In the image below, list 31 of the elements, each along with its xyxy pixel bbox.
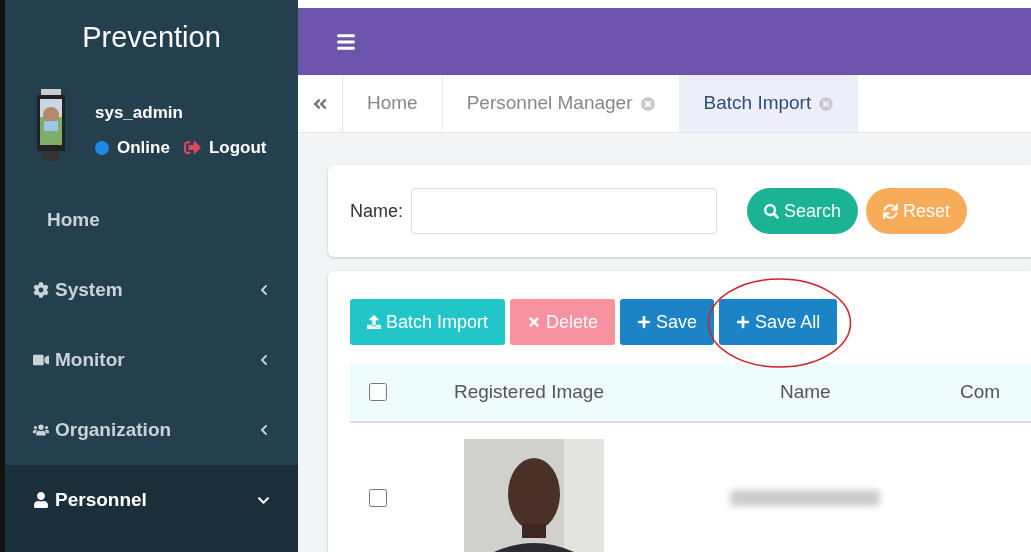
upload-icon: [367, 315, 381, 329]
plus-icon: [637, 315, 652, 329]
sidebar-item[interactable]: Organization: [5, 395, 298, 465]
tab[interactable]: Batch Import: [679, 75, 859, 132]
save-button[interactable]: Save All: [719, 299, 838, 345]
sidebar-item[interactable]: Personnel: [5, 465, 298, 535]
status-text: Online: [117, 137, 170, 159]
plus-icon: [736, 315, 751, 329]
column-header: Name: [780, 379, 832, 404]
name-input[interactable]: [411, 188, 717, 234]
logout-link[interactable]: Logout: [208, 135, 267, 161]
user-name: sys_admin: [95, 101, 184, 124]
name-label: Name:: [350, 199, 403, 223]
save-button[interactable]: Save: [620, 299, 715, 345]
column-header: Registered Image: [454, 379, 605, 404]
row-checkbox[interactable]: [369, 489, 387, 507]
column-header: Com: [960, 379, 1001, 404]
x-icon: [527, 315, 542, 329]
select-all-checkbox[interactable]: [369, 383, 387, 401]
sidebar-item[interactable]: System: [5, 255, 298, 325]
sidebar-item[interactable]: Home: [5, 185, 298, 255]
refresh-icon: [883, 203, 899, 219]
logout-icon: [183, 139, 201, 157]
sidebar-item[interactable]: Monitor: [5, 325, 298, 395]
tab[interactable]: Home: [343, 75, 443, 132]
brand-title: Prevention: [81, 19, 222, 55]
tab[interactable]: Personnel Manager: [442, 75, 680, 132]
search-button[interactable]: Search: [747, 188, 859, 234]
search-icon: [764, 203, 779, 219]
delete-button[interactable]: Delete: [510, 299, 616, 345]
import-button[interactable]: Batch Import: [350, 299, 506, 345]
